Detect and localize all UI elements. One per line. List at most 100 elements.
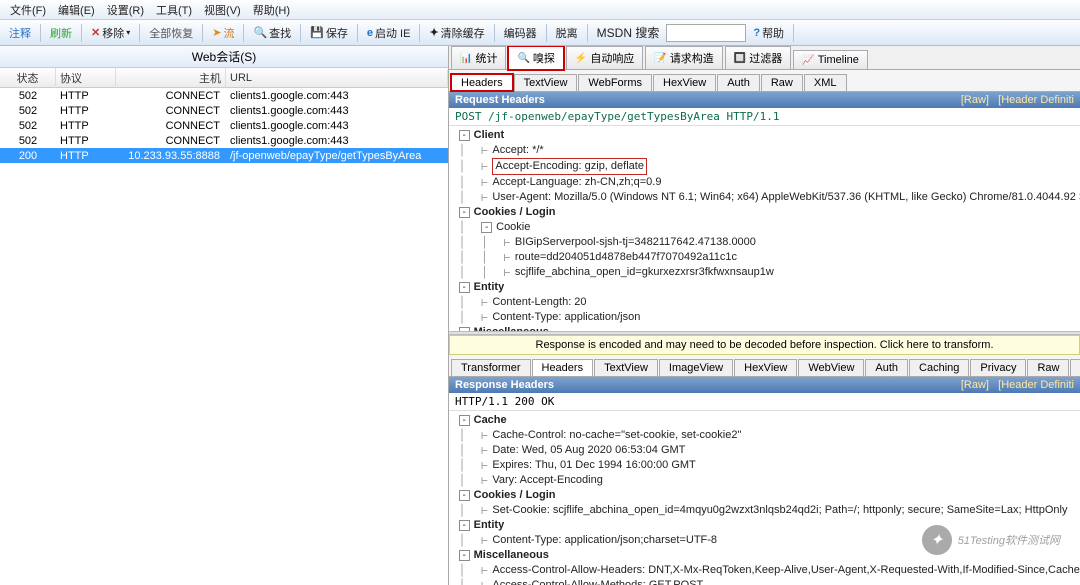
session-row[interactable]: 502HTTPCONNECTclients1.google.com:443	[0, 118, 448, 133]
inspector-tab[interactable]: HexView	[734, 359, 797, 376]
sessions-list[interactable]: 502HTTPCONNECTclients1.google.com:443502…	[0, 88, 448, 163]
inspector-tab[interactable]: Transformer	[451, 359, 531, 376]
tree-node[interactable]: -Cookies / Login	[453, 205, 1076, 220]
toolbar-button[interactable]: 💾保存	[305, 22, 353, 44]
menu-item[interactable]: 工具(T)	[150, 0, 198, 20]
toolbar-button[interactable]: ?帮助	[748, 22, 789, 44]
header-definitions-link[interactable]: [Header Definiti	[998, 94, 1074, 106]
toolbar-button[interactable]: 刷新	[45, 22, 77, 44]
resp-raw-link[interactable]: [Raw]	[961, 379, 989, 391]
expand-icon[interactable]: -	[459, 520, 470, 531]
inspector-tab[interactable]: Raw	[761, 74, 803, 91]
expand-icon[interactable]: -	[459, 550, 470, 561]
tree-node[interactable]: │ ⊢ Cache-Control: no-cache="set-cookie,…	[453, 428, 1076, 443]
session-row[interactable]: 502HTTPCONNECTclients1.google.com:443	[0, 88, 448, 103]
tab-label: Timeline	[818, 54, 859, 66]
raw-link[interactable]: [Raw]	[961, 94, 989, 106]
session-row[interactable]: 502HTTPCONNECTclients1.google.com:443	[0, 133, 448, 148]
top-tab[interactable]: ⚡自动响应	[566, 46, 643, 69]
top-tab[interactable]: 📊统计	[451, 46, 506, 69]
tree-node[interactable]: │ │ ⊢ route=dd204051d4878eb447f7070492a1…	[453, 250, 1076, 265]
toolbar-button[interactable]: e启动 IE	[362, 22, 416, 44]
tree-node[interactable]: │ ⊢ Access-Control-Allow-Methods: GET,PO…	[453, 578, 1076, 585]
expand-icon[interactable]: -	[459, 207, 470, 218]
cell-status: 502	[0, 105, 56, 117]
tree-node[interactable]: -Entity	[453, 518, 1076, 533]
session-row[interactable]: 200HTTP10.233.93.55:8888/jf-openweb/epay…	[0, 148, 448, 163]
tree-node[interactable]: │ ⊢ Access-Control-Allow-Headers: DNT,X-…	[453, 563, 1076, 578]
tree-node[interactable]: │ ⊢ Vary: Accept-Encoding	[453, 473, 1076, 488]
top-tab[interactable]: 📈Timeline	[793, 50, 868, 69]
inspector-tab[interactable]: WebView	[798, 359, 864, 376]
inspector-tab[interactable]: Headers	[532, 359, 594, 376]
menu-item[interactable]: 设置(R)	[101, 0, 150, 20]
inspector-tab[interactable]: HexView	[653, 74, 716, 91]
tree-node[interactable]: │ │ ⊢ BIGipServerpool-sjsh-tj=3482117642…	[453, 235, 1076, 250]
inspector-tab[interactable]: Privacy	[970, 359, 1026, 376]
tree-node[interactable]: │ ⊢ Content-Type: application/json	[453, 310, 1076, 325]
tree-node[interactable]: -Miscellaneous	[453, 548, 1076, 563]
expand-icon[interactable]: -	[459, 130, 470, 141]
response-tree[interactable]: -Cache │ ⊢ Cache-Control: no-cache="set-…	[449, 411, 1080, 585]
inspector-tab[interactable]: Caching	[909, 359, 969, 376]
menu-item[interactable]: 视图(V)	[198, 0, 247, 20]
inspector-tab[interactable]: XML	[1070, 359, 1080, 376]
request-tree[interactable]: -Client │ ⊢ Accept: */* │ ⊢ Accept-Encod…	[449, 126, 1080, 331]
tree-item-text: User-Agent: Mozilla/5.0 (Windows NT 6.1;…	[492, 190, 1080, 205]
tree-node[interactable]: │ ⊢ Accept: */*	[453, 143, 1076, 158]
toolbar-button[interactable]: ✕移除▾	[86, 22, 135, 44]
expand-icon[interactable]: -	[481, 222, 492, 233]
menu-item[interactable]: 文件(F)	[4, 0, 52, 20]
toolbar-button[interactable]: ✦清除缓存	[424, 22, 489, 44]
cell-proto: HTTP	[56, 120, 116, 132]
inspector-tab[interactable]: XML	[804, 74, 847, 91]
menu-item[interactable]: 编辑(E)	[52, 0, 101, 20]
msdn-search-input[interactable]	[666, 24, 746, 42]
tree-node[interactable]: │ ⊢ Accept-Language: zh-CN,zh;q=0.9	[453, 175, 1076, 190]
cell-host: 10.233.93.55:8888	[116, 150, 226, 162]
expand-icon[interactable]: -	[459, 415, 470, 426]
tree-node[interactable]: -Cache	[453, 413, 1076, 428]
tree-group-label: Client	[474, 128, 505, 143]
tree-node[interactable]: │ ⊢ Expires: Thu, 01 Dec 1994 16:00:00 G…	[453, 458, 1076, 473]
tree-node[interactable]: │ ⊢ Content-Length: 20	[453, 295, 1076, 310]
inspector-tab[interactable]: Headers	[451, 74, 513, 91]
tree-node[interactable]: │ │ ⊢ scjflife_abchina_open_id=gkurxezxr…	[453, 265, 1076, 280]
tree-node[interactable]: │ ⊢ User-Agent: Mozilla/5.0 (Windows NT …	[453, 190, 1076, 205]
top-tab[interactable]: 🔍嗅探	[508, 46, 563, 70]
tree-node[interactable]: -Cookies / Login	[453, 488, 1076, 503]
inspector-tab[interactable]: TextView	[594, 359, 658, 376]
toolbar-button[interactable]: ➤流	[207, 22, 239, 44]
inspector-tab[interactable]: Auth	[865, 359, 908, 376]
col-host[interactable]: 主机	[116, 68, 226, 88]
resp-header-definitions-link[interactable]: [Header Definiti	[998, 379, 1074, 391]
decode-bar[interactable]: Response is encoded and may need to be d…	[449, 335, 1080, 355]
col-protocol[interactable]: 协议	[56, 68, 116, 88]
tree-node[interactable]: -Client	[453, 128, 1076, 143]
toolbar-button[interactable]: 编码器	[499, 22, 542, 44]
inspector-tab[interactable]: Auth	[717, 74, 760, 91]
col-status[interactable]: 状态	[0, 68, 56, 88]
inspector-tab[interactable]: ImageView	[659, 359, 733, 376]
expand-icon[interactable]: -	[459, 490, 470, 501]
tree-node[interactable]: │ ⊢ Date: Wed, 05 Aug 2020 06:53:04 GMT	[453, 443, 1076, 458]
tree-node[interactable]: │ ⊢ Content-Type: application/json;chars…	[453, 533, 1076, 548]
toolbar-button[interactable]: 注释	[4, 22, 36, 44]
col-url[interactable]: URL	[226, 70, 448, 86]
tree-node[interactable]: │ -Cookie	[453, 220, 1076, 235]
menu-item[interactable]: 帮助(H)	[247, 0, 296, 20]
tree-item-text: Content-Type: application/json	[492, 310, 640, 325]
top-tab[interactable]: 📝请求构造	[645, 46, 722, 69]
inspector-tab[interactable]: TextView	[514, 74, 578, 91]
session-row[interactable]: 502HTTPCONNECTclients1.google.com:443	[0, 103, 448, 118]
tree-node[interactable]: │ ⊢ Accept-Encoding: gzip, deflate	[453, 158, 1076, 175]
tree-node[interactable]: │ ⊢ Set-Cookie: scjflife_abchina_open_id…	[453, 503, 1076, 518]
toolbar-button[interactable]: 全部恢复	[144, 22, 198, 44]
toolbar-button[interactable]: 脱离	[551, 22, 583, 44]
top-tab[interactable]: 🔲过滤器	[725, 46, 791, 69]
toolbar-button[interactable]: 🔍查找	[248, 22, 296, 44]
expand-icon[interactable]: -	[459, 282, 470, 293]
inspector-tab[interactable]: WebForms	[578, 74, 652, 91]
tree-node[interactable]: -Entity	[453, 280, 1076, 295]
inspector-tab[interactable]: Raw	[1027, 359, 1069, 376]
